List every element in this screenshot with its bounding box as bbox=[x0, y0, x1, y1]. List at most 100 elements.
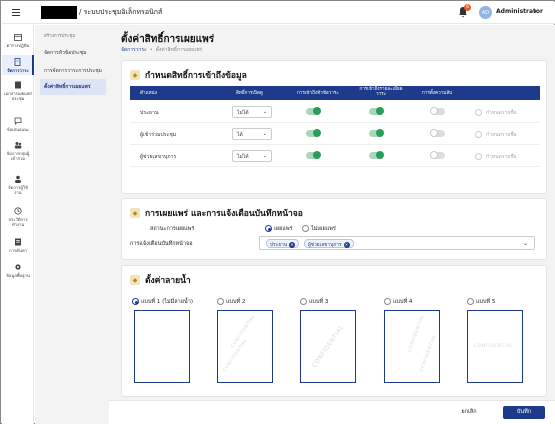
notify-label: การแจ้งเตือนบันทึกหน้าจอ bbox=[130, 241, 193, 247]
chevron-down-icon: ⌄ bbox=[262, 109, 267, 115]
search-doc-icon bbox=[15, 238, 21, 246]
view-permission-select[interactable]: ไม่ได้ ⌄ bbox=[232, 106, 272, 118]
watermark-option-4[interactable]: แบบที่ 4 bbox=[384, 298, 412, 306]
position-cell: ประธาน bbox=[140, 110, 159, 116]
assign-names-label: กำหนดรายชื่อ bbox=[486, 154, 517, 160]
main-content: ตั้งค่าสิทธิ์การเผยแพร่ จัดการวาระ • ตั้งค… bbox=[109, 25, 555, 400]
publish-card: ◆ การเผยแพร่ และการแจ้งเตือนบันทึกหน้าจอ… bbox=[121, 198, 547, 260]
radio-selected bbox=[265, 225, 272, 232]
breadcrumb: จัดการวาระ • ตั้งค่าสิทธิ์การเผยแพร่ bbox=[121, 47, 203, 53]
sidebar-item-calendar[interactable]: ตารางปฏิทิน bbox=[2, 33, 34, 48]
detail-access-toggle[interactable] bbox=[369, 129, 384, 137]
assign-radio[interactable] bbox=[475, 153, 482, 160]
watermark-preview-2[interactable]: CONFIDENTIAL CONFIDENTIAL bbox=[217, 310, 273, 383]
topic-access-toggle[interactable] bbox=[306, 129, 321, 137]
sidebar-item-label: จัดการผู้ใช้ งาน bbox=[8, 185, 28, 195]
sidebar-item-documents[interactable]: เอกสารเผยแพร่ ประชุม bbox=[2, 81, 34, 101]
watermark-preview-3[interactable]: CONFIDENTIAL bbox=[300, 310, 356, 383]
watermark-preview-1[interactable] bbox=[134, 310, 190, 383]
sidebar-item-agenda[interactable]: จัดการวาระ bbox=[2, 55, 34, 75]
logo-redacted bbox=[41, 6, 77, 19]
subnav-heading: สร้างการประชุม bbox=[44, 34, 76, 39]
sidebar-item-label: ข้อเสนอแนะ bbox=[6, 127, 30, 132]
breadcrumb-current: ตั้งค่าสิทธิ์การเผยแพร่ bbox=[155, 47, 203, 53]
access-card-title: ◆ กำหนดสิทธิ์การเข้าถึงข้อมูล bbox=[130, 68, 247, 82]
view-permission-select[interactable]: ไม่ได้ ⌄ bbox=[232, 150, 272, 162]
sidebar-item-label: เอกสารเผยแพร่ ประชุม bbox=[4, 91, 32, 101]
sidebar-item-groups[interactable]: จัดการกลุ่มผู้ เข้าร่วม bbox=[2, 141, 34, 161]
assign-names-label: กำหนดรายชื่อ bbox=[486, 110, 517, 116]
publish-option[interactable]: เผยแพร่ bbox=[265, 225, 292, 233]
position-cell: ผู้ช่วยเลขานุการ bbox=[140, 154, 177, 160]
footer-bar: ยกเลิก บันทึก bbox=[109, 400, 555, 424]
notification-bell-icon[interactable]: 6 bbox=[458, 4, 471, 18]
column-header: การตั้งความลับ bbox=[422, 91, 453, 96]
save-button[interactable]: บันทึก bbox=[503, 406, 545, 419]
topic-access-toggle[interactable] bbox=[306, 107, 321, 115]
sidebar-item-feedback[interactable]: ข้อเสนอแนะ bbox=[2, 117, 34, 132]
assign-radio[interactable] bbox=[475, 109, 482, 116]
table-row: ผู้ช่วยเลขานุการ ไม่ได้ ⌄ กำหนดรายชื่อ bbox=[130, 145, 540, 167]
remove-chip-icon[interactable]: ✕ bbox=[343, 242, 350, 248]
watermark-option-1[interactable]: แบบที่ 1 (ไม่มีลายน้ำ) bbox=[132, 298, 193, 306]
avatar[interactable]: AD bbox=[479, 6, 492, 19]
detail-access-toggle[interactable] bbox=[369, 107, 384, 115]
breadcrumb-link[interactable]: จัดการวาระ bbox=[121, 47, 147, 53]
cancel-button[interactable]: ยกเลิก bbox=[449, 406, 489, 419]
column-header: สิทธิ์การเปิดดู bbox=[236, 91, 263, 96]
app-title: / ระบบประชุมอิเล็กทรอนิกส์ bbox=[79, 8, 163, 16]
user-icon bbox=[15, 175, 21, 183]
subnav-item-topics[interactable]: จัดการหัวข้อประชุม bbox=[40, 45, 106, 61]
sidebar-item-label: การค้นหา bbox=[9, 248, 27, 253]
sidebar-item-label: จัดการวาระ bbox=[7, 68, 29, 73]
subnav-item-publish-settings[interactable]: ตั้งค่าสิทธิ์การเผยแพร่ bbox=[40, 79, 106, 95]
sidebar-item-users[interactable]: จัดการผู้ใช้ งาน bbox=[2, 175, 34, 195]
sidebar-item-search[interactable]: การค้นหา bbox=[2, 238, 34, 253]
group-icon bbox=[14, 142, 22, 149]
book-icon bbox=[15, 81, 21, 89]
notify-multiselect[interactable]: ประธาน ✕ ผู้ช่วยเลขานุการ ✕ ⌄ bbox=[259, 236, 535, 250]
sidebar-item-master-data[interactable]: ข้อมูลพื้นฐาน bbox=[2, 263, 34, 278]
sidebar-item-label: ข้อมูลพื้นฐาน bbox=[6, 273, 30, 278]
sidebar-item-label: ตารางปฏิทิน bbox=[6, 43, 30, 48]
secret-toggle[interactable] bbox=[430, 151, 445, 159]
secret-toggle[interactable] bbox=[430, 129, 445, 137]
sidebar-item-label: ประวัติการ ทำงาน bbox=[8, 217, 28, 227]
history-icon bbox=[14, 207, 22, 215]
watermark-option-3[interactable]: แบบที่ 3 bbox=[300, 298, 328, 306]
detail-access-toggle[interactable] bbox=[369, 151, 384, 159]
chat-icon bbox=[14, 117, 22, 125]
sidebar-item-history[interactable]: ประวัติการ ทำงาน bbox=[2, 207, 34, 227]
sidebar-item-label: จัดการกลุ่มผู้ เข้าร่วม bbox=[6, 151, 30, 161]
notification-badge: 6 bbox=[464, 4, 471, 11]
table-row: ผู้เข้าร่วมประชุม ได้ ⌄ กำหนดรายชื่อ bbox=[130, 123, 540, 145]
chip: ผู้ช่วยเลขานุการ ✕ bbox=[304, 239, 354, 248]
view-permission-select[interactable]: ได้ ⌄ bbox=[232, 128, 272, 140]
unpublish-option[interactable]: ไม่เผยแพร่ bbox=[302, 225, 336, 233]
radio-unselected bbox=[302, 225, 309, 232]
chevron-down-icon: ⌄ bbox=[262, 153, 267, 159]
menu-icon[interactable] bbox=[12, 9, 20, 16]
tag-icon: ◆ bbox=[130, 275, 140, 285]
remove-chip-icon[interactable]: ✕ bbox=[289, 242, 296, 248]
publish-card-title: ◆ การเผยแพร่ และการแจ้งเตือนบันทึกหน้าจอ bbox=[130, 206, 303, 220]
position-cell: ผู้เข้าร่วมประชุม bbox=[140, 132, 177, 138]
watermark-preview-4[interactable]: CONFIDENTIAL CONFIDENTIAL bbox=[384, 310, 440, 383]
watermark-option-2[interactable]: แบบที่ 2 bbox=[217, 298, 245, 306]
assign-radio[interactable] bbox=[475, 131, 482, 138]
secret-toggle[interactable] bbox=[430, 107, 445, 115]
access-table-header: ตำแหน่ง สิทธิ์การเปิดดู การเข้าถึงหัวข้อ… bbox=[130, 86, 540, 100]
chevron-down-icon: ⌄ bbox=[262, 131, 267, 137]
watermark-preview-5[interactable]: CONFIDENTIAL bbox=[467, 310, 523, 383]
assign-names-label: กำหนดรายชื่อ bbox=[486, 132, 517, 138]
chip: ประธาน ✕ bbox=[266, 239, 300, 248]
column-header: ตำแหน่ง bbox=[140, 91, 157, 96]
chevron-down-icon[interactable]: ▾ bbox=[534, 9, 537, 15]
topic-access-toggle[interactable] bbox=[306, 151, 321, 159]
table-row: ประธาน ไม่ได้ ⌄ กำหนดรายชื่อ bbox=[130, 101, 540, 123]
subnav-item-agenda-management[interactable]: การจัดการวาระการประชุม bbox=[40, 63, 106, 79]
watermark-option-5[interactable]: แบบที่ 5 bbox=[467, 298, 495, 306]
chevron-down-icon[interactable]: ⌄ bbox=[523, 240, 528, 247]
watermark-card-title: ◆ ตั้งค่าลายน้ำ bbox=[130, 273, 191, 287]
page-title: ตั้งค่าสิทธิ์การเผยแพร่ bbox=[121, 34, 215, 45]
